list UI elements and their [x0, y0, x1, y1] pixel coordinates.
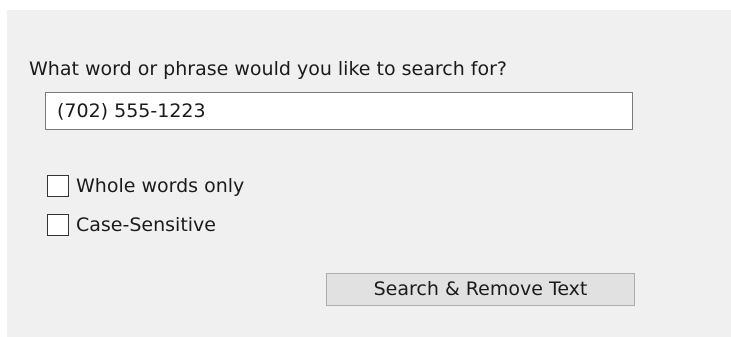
- case-sensitive-label[interactable]: Case-Sensitive: [76, 213, 216, 237]
- whole-words-label[interactable]: Whole words only: [76, 174, 244, 198]
- whole-words-option[interactable]: Whole words only: [47, 173, 244, 199]
- search-dialog-panel: What word or phrase would you like to se…: [7, 10, 731, 337]
- search-prompt-label: What word or phrase would you like to se…: [29, 58, 507, 80]
- case-sensitive-option[interactable]: Case-Sensitive: [47, 212, 216, 238]
- whole-words-checkbox[interactable]: [47, 175, 69, 197]
- search-and-remove-button[interactable]: Search & Remove Text: [326, 273, 635, 306]
- case-sensitive-checkbox[interactable]: [47, 214, 69, 236]
- search-input[interactable]: [45, 92, 633, 130]
